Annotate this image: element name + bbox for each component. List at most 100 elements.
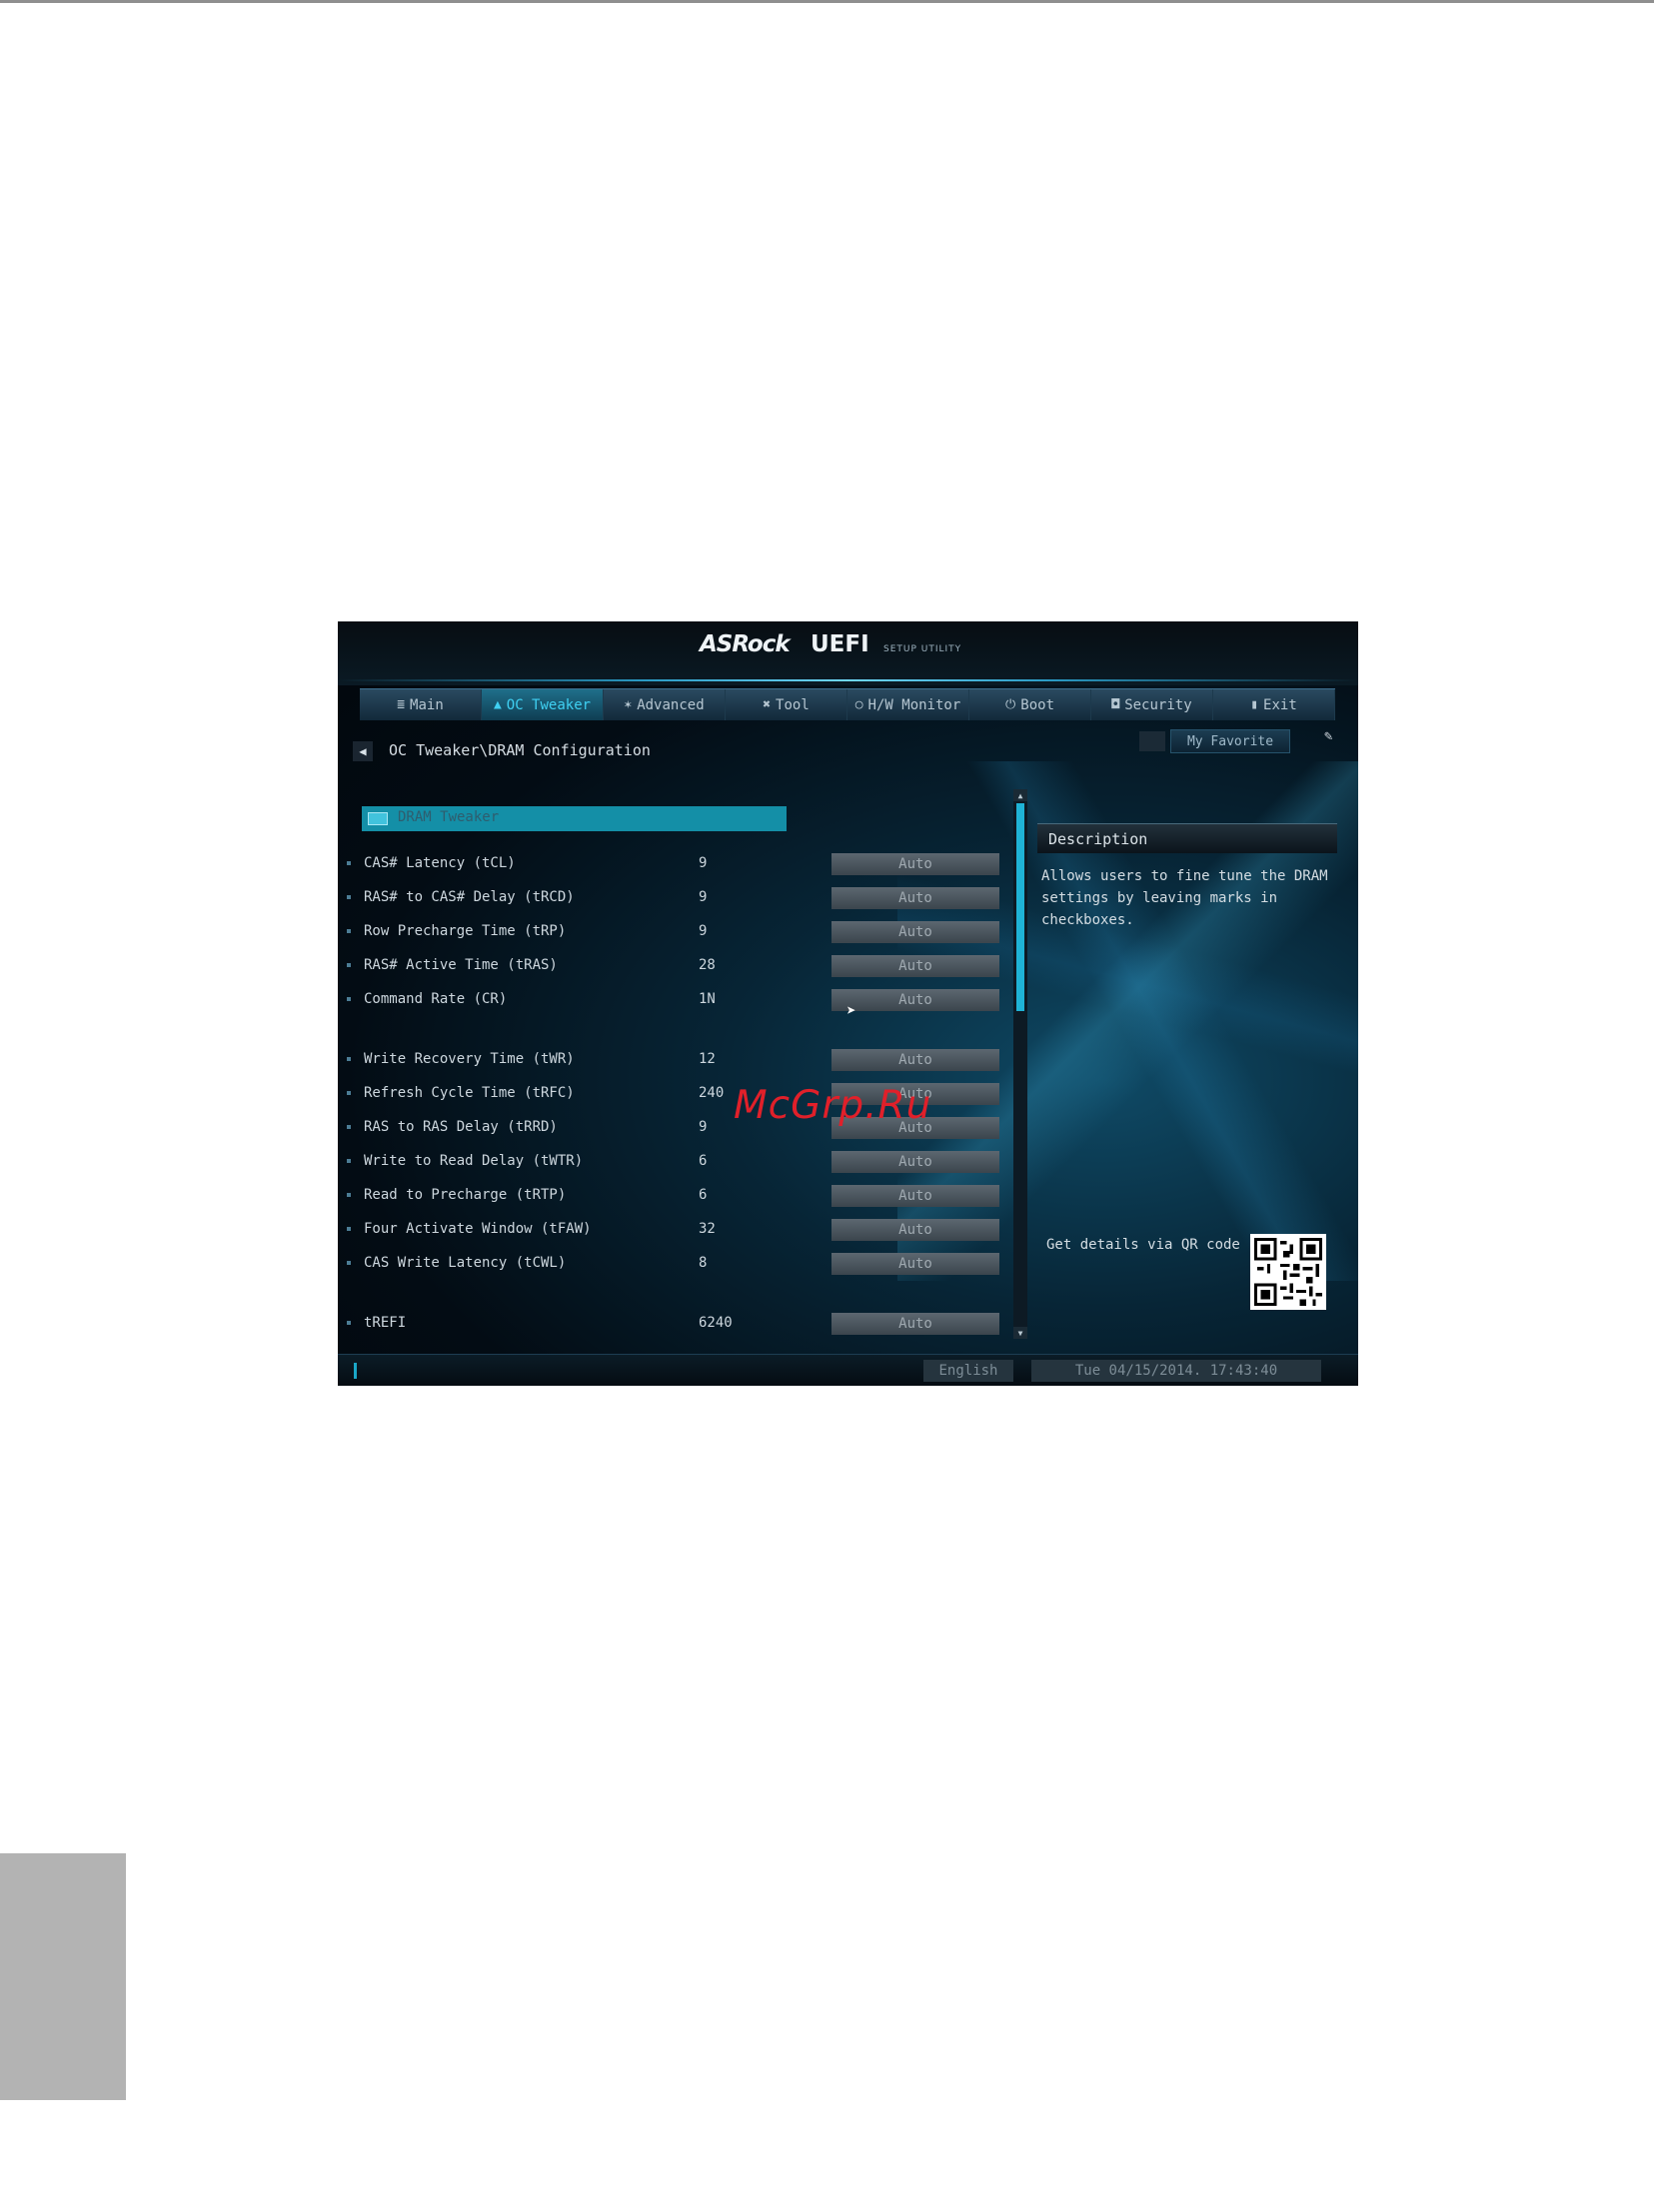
my-favorite-button[interactable]: My Favorite: [1170, 729, 1290, 753]
setting-label: CAS Write Latency (tCWL): [364, 1255, 567, 1271]
bullet-icon: [347, 1159, 351, 1163]
door-icon: ▮: [1250, 697, 1259, 712]
circle-icon: ○: [854, 697, 863, 712]
tab-security[interactable]: ◘ Security: [1091, 689, 1213, 720]
tab-boot[interactable]: ⏻ Boot: [969, 689, 1091, 720]
setting-label: Four Activate Window (tFAW): [364, 1221, 592, 1237]
setting-row[interactable]: tREFI 6240 Auto: [338, 1313, 1037, 1335]
setting-row[interactable]: Four Activate Window (tFAW) 32 Auto: [338, 1219, 1037, 1241]
flame-icon: ▲: [493, 697, 502, 712]
language-button[interactable]: English: [923, 1360, 1013, 1382]
qr-code-icon: [1250, 1234, 1326, 1310]
setting-value: 12: [699, 1051, 716, 1067]
setting-row[interactable]: Refresh Cycle Time (tRFC) 240 Auto: [338, 1083, 1037, 1105]
bullet-icon: [347, 963, 351, 967]
setting-value: 6: [699, 1187, 708, 1203]
setting-label: RAS# Active Time (tRAS): [364, 957, 558, 973]
tab-exit[interactable]: ▮ Exit: [1213, 689, 1335, 720]
tab-tool[interactable]: ✖ Tool: [726, 689, 847, 720]
product-subtitle: SETUP UTILITY: [883, 644, 962, 654]
tab-label: Advanced: [637, 696, 705, 713]
bullet-icon: [347, 861, 351, 865]
setting-row[interactable]: Read to Precharge (tRTP) 6 Auto: [338, 1185, 1037, 1207]
qr-code-label: Get details via QR code: [1046, 1237, 1240, 1253]
bullet-icon: [347, 997, 351, 1001]
setting-value: 8: [699, 1255, 708, 1271]
memory-icon: [368, 812, 388, 825]
setting-option-button[interactable]: Auto: [831, 1253, 999, 1275]
pencil-icon[interactable]: ✎: [1324, 728, 1332, 744]
tab-label: Tool: [776, 696, 810, 713]
main-tab-bar: ≣ Main ▲ OC Tweaker ✶ Advanced ✖ Tool ○ H/W M…: [360, 688, 1335, 720]
setting-option-button[interactable]: Auto: [831, 921, 999, 943]
setting-value: 6: [699, 1153, 708, 1169]
setting-row[interactable]: Row Precharge Time (tRP) 9 Auto: [338, 921, 1037, 943]
setting-row[interactable]: CAS# Latency (tCL) 9 Auto: [338, 853, 1037, 875]
uefi-header: ASRock UEFI SETUP UTILITY: [338, 621, 1358, 685]
uefi-screen: ASRock UEFI SETUP UTILITY ≣ Main ▲ OC Twea…: [338, 621, 1358, 1386]
scroll-down-arrow-icon[interactable]: ▼: [1013, 1327, 1027, 1339]
description-panel: Description Allows users to fine tune th…: [1037, 823, 1337, 1263]
setting-value: 6240: [699, 1315, 733, 1331]
page-side-tab: [0, 1853, 126, 2100]
status-bar: English Tue 04/15/2014. 17:43:40: [338, 1354, 1358, 1386]
bullet-icon: [347, 1321, 351, 1325]
setting-row[interactable]: CAS Write Latency (tCWL) 8 Auto: [338, 1253, 1037, 1275]
setting-value: 32: [699, 1221, 716, 1237]
bullet-icon: [347, 1261, 351, 1265]
setting-value: 9: [699, 923, 708, 939]
setting-label: RAS# to CAS# Delay (tRCD): [364, 889, 575, 905]
back-arrow-icon: ◀: [359, 744, 367, 758]
setting-row[interactable]: Command Rate (CR) 1N Auto: [338, 989, 1037, 1011]
setting-label: Read to Precharge (tRTP): [364, 1187, 567, 1203]
setting-option-button[interactable]: Auto: [831, 1185, 999, 1207]
setting-row[interactable]: Write to Read Delay (tWTR) 6 Auto: [338, 1151, 1037, 1173]
bullet-icon: [347, 895, 351, 899]
favorite-toggle[interactable]: [1139, 731, 1165, 751]
scroll-up-arrow-icon[interactable]: ▲: [1013, 789, 1027, 801]
power-icon: ⏻: [1004, 697, 1016, 712]
setting-label: RAS to RAS Delay (tRRD): [364, 1119, 558, 1135]
tab-main[interactable]: ≣ Main: [360, 689, 482, 720]
setting-value: 1N: [699, 991, 716, 1007]
setting-value: 240: [699, 1085, 725, 1101]
setting-label: Row Precharge Time (tRP): [364, 923, 567, 939]
setting-label: CAS# Latency (tCL): [364, 855, 516, 871]
description-header: Description: [1037, 823, 1337, 853]
setting-row[interactable]: RAS# to CAS# Delay (tRCD) 9 Auto: [338, 887, 1037, 909]
tool-icon: ✖: [763, 697, 772, 712]
setting-row[interactable]: RAS# Active Time (tRAS) 28 Auto: [338, 955, 1037, 977]
section-dram-tweaker[interactable]: DRAM Tweaker: [362, 806, 787, 831]
setting-option-button[interactable]: Auto: [831, 1151, 999, 1173]
description-title: Description: [1048, 830, 1148, 848]
back-button[interactable]: ◀: [353, 741, 373, 761]
setting-label: tREFI: [364, 1315, 407, 1331]
setting-option-button[interactable]: Auto: [831, 1049, 999, 1071]
setting-option-button[interactable]: Auto: [831, 989, 999, 1011]
setting-option-button[interactable]: Auto: [831, 887, 999, 909]
setting-option-button[interactable]: Auto: [831, 1313, 999, 1335]
brand-logo: ASRock: [700, 631, 791, 657]
setting-row[interactable]: Write Recovery Time (tWR) 12 Auto: [338, 1049, 1037, 1071]
product-name: UEFI: [811, 631, 869, 657]
setting-option-button[interactable]: Auto: [831, 853, 999, 875]
tab-hw-monitor[interactable]: ○ H/W Monitor: [847, 689, 969, 720]
tab-label: Boot: [1020, 696, 1054, 713]
bullet-icon: [347, 1125, 351, 1129]
list-icon: ≣: [397, 697, 406, 712]
scrollbar-thumb[interactable]: [1016, 803, 1024, 1011]
tab-label: Main: [410, 696, 444, 713]
tab-oc-tweaker[interactable]: ▲ OC Tweaker: [482, 689, 604, 720]
tab-advanced[interactable]: ✶ Advanced: [604, 689, 726, 720]
setting-row[interactable]: RAS to RAS Delay (tRRD) 9 Auto: [338, 1117, 1037, 1139]
setting-label: Write Recovery Time (tWR): [364, 1051, 575, 1067]
tab-label: Exit: [1263, 696, 1297, 713]
setting-option-button[interactable]: Auto: [831, 1219, 999, 1241]
setting-option-button[interactable]: Auto: [831, 955, 999, 977]
shield-icon: ◘: [1111, 697, 1120, 712]
datetime-display: Tue 04/15/2014. 17:43:40: [1031, 1360, 1321, 1382]
description-text: Allows users to fine tune the DRAM setti…: [1041, 868, 1328, 928]
setting-label: Refresh Cycle Time (tRFC): [364, 1085, 575, 1101]
setting-value: 28: [699, 957, 716, 973]
bullet-icon: [347, 1193, 351, 1197]
